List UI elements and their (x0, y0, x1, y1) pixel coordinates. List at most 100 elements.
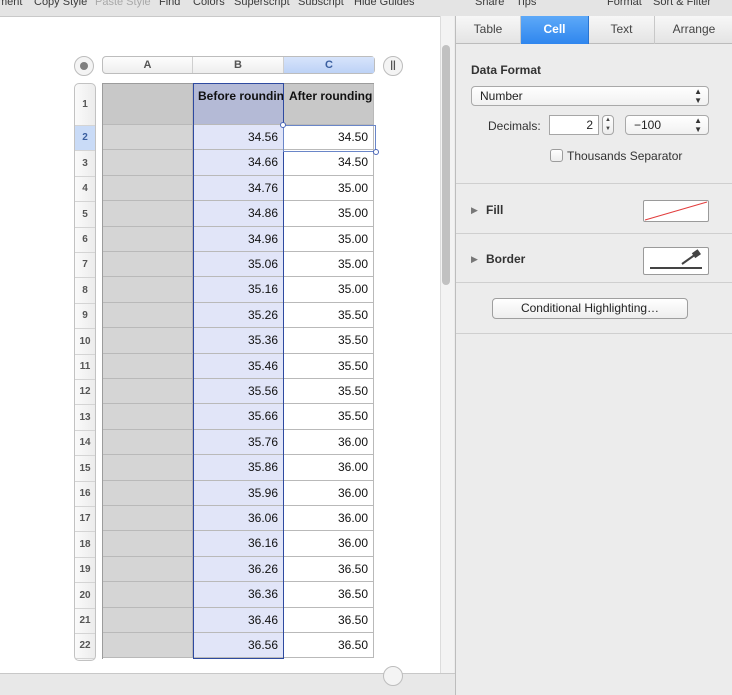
cell-after-rounding[interactable]: 34.50 (284, 125, 374, 150)
row-header[interactable]: 19 (75, 558, 95, 583)
header-cell-before-rounding[interactable]: Before rounding (193, 83, 284, 125)
fill-label[interactable]: Fill (486, 203, 503, 217)
cell-after-rounding[interactable]: 35.50 (284, 328, 374, 354)
toolbar-tips[interactable]: Tips (516, 0, 536, 8)
cell-before-rounding[interactable]: 34.66 (193, 150, 284, 176)
fill-swatch[interactable] (643, 200, 709, 222)
cell-a[interactable] (102, 303, 193, 328)
toolbar-sort-filter[interactable]: Sort & Filter (653, 0, 711, 8)
row-header[interactable]: 6 (75, 228, 95, 253)
row-header[interactable]: 4 (75, 177, 95, 202)
cell-after-rounding[interactable]: 36.50 (284, 557, 374, 582)
cell-after-rounding[interactable]: 35.00 (284, 277, 374, 303)
cell-after-rounding[interactable]: 35.00 (284, 176, 374, 201)
toolbar-paste-style[interactable]: Paste Style (95, 0, 151, 8)
scrollbar-thumb[interactable] (442, 45, 450, 285)
cell-after-rounding[interactable]: 36.00 (284, 531, 374, 557)
cell-before-rounding[interactable]: 36.26 (193, 557, 284, 582)
row-header[interactable]: 11 (75, 355, 95, 380)
cell-after-rounding[interactable]: 36.00 (284, 430, 374, 455)
cell-after-rounding[interactable]: 36.50 (284, 582, 374, 608)
cell-a[interactable] (102, 379, 193, 404)
cell-after-rounding[interactable]: 35.00 (284, 201, 374, 227)
row-header[interactable]: 10 (75, 329, 95, 355)
tab-cell[interactable]: Cell (521, 16, 589, 44)
negative-format-popup[interactable]: −100 ▲ ▼ (625, 115, 709, 135)
cell-before-rounding[interactable]: 35.16 (193, 277, 284, 303)
row-header[interactable]: 12 (75, 380, 95, 405)
row-header[interactable]: 3 (75, 151, 95, 177)
cell-a[interactable] (102, 328, 193, 354)
tab-arrange[interactable]: Arrange (655, 16, 732, 44)
cell-a[interactable] (102, 201, 193, 227)
cell-a[interactable] (102, 227, 193, 252)
fill-disclosure-icon[interactable]: ▶ (471, 205, 478, 216)
cell-a[interactable] (102, 430, 193, 455)
decimals-stepper[interactable]: ▲ ▼ (602, 115, 614, 135)
border-swatch[interactable] (643, 247, 709, 275)
cell-after-rounding[interactable]: 35.50 (284, 354, 374, 379)
cell-a[interactable] (102, 404, 193, 430)
cell-before-rounding[interactable]: 36.06 (193, 506, 284, 531)
column-header-c[interactable]: C (284, 57, 374, 73)
row-header[interactable]: 5 (75, 202, 95, 228)
cell-a[interactable] (102, 455, 193, 481)
cell-a[interactable] (102, 354, 193, 379)
cell-a[interactable] (102, 633, 193, 658)
cell-before-rounding[interactable]: 35.36 (193, 328, 284, 354)
toolbar-share[interactable]: Share (475, 0, 504, 8)
data-format-popup[interactable]: Number ▲ ▼ (471, 86, 709, 106)
row-header[interactable]: 1 (75, 84, 95, 126)
cell-before-rounding[interactable]: 34.76 (193, 176, 284, 201)
conditional-highlighting-button[interactable]: Conditional Highlighting… (492, 298, 688, 319)
cell-before-rounding[interactable]: 35.46 (193, 354, 284, 379)
toolbar-subscript[interactable]: Subscript (298, 0, 344, 8)
thousands-separator-checkbox[interactable] (550, 149, 563, 162)
row-header[interactable]: 14 (75, 431, 95, 456)
cell-a[interactable] (102, 252, 193, 277)
toolbar-find[interactable]: Find (159, 0, 180, 8)
cell-after-rounding[interactable]: 34.50 (284, 150, 374, 176)
cell-a[interactable] (102, 582, 193, 608)
cell-before-rounding[interactable]: 36.36 (193, 582, 284, 608)
resize-table-handle[interactable] (383, 666, 403, 686)
header-cell-after-rounding[interactable]: After rounding (284, 83, 374, 125)
add-column-handle[interactable]: || (383, 56, 403, 76)
cell-after-rounding[interactable]: 36.50 (284, 608, 374, 633)
cell-after-rounding[interactable]: 35.50 (284, 404, 374, 430)
row-header[interactable]: 2 (75, 126, 95, 151)
row-header[interactable]: 8 (75, 278, 95, 304)
cell-before-rounding[interactable]: 35.56 (193, 379, 284, 404)
cell-after-rounding[interactable]: 36.00 (284, 506, 374, 531)
cell-before-rounding[interactable]: 35.26 (193, 303, 284, 328)
cell-a[interactable] (102, 125, 193, 150)
row-header[interactable]: 16 (75, 482, 95, 507)
decimals-field[interactable]: 2 (549, 115, 599, 135)
row-header[interactable]: 9 (75, 304, 95, 329)
border-disclosure-icon[interactable]: ▶ (471, 254, 478, 265)
cell-before-rounding[interactable]: 35.06 (193, 252, 284, 277)
row-header[interactable]: 22 (75, 634, 95, 659)
cell-after-rounding[interactable]: 35.00 (284, 252, 374, 277)
cell-before-rounding[interactable]: 35.76 (193, 430, 284, 455)
cell-a[interactable] (102, 557, 193, 582)
toolbar-hide-guides[interactable]: Hide Guides (354, 0, 415, 8)
cell-after-rounding[interactable]: 36.50 (284, 633, 374, 658)
cell-before-rounding[interactable]: 35.66 (193, 404, 284, 430)
row-header[interactable]: 21 (75, 609, 95, 634)
cell-before-rounding[interactable]: 35.86 (193, 455, 284, 481)
row-header[interactable]: 13 (75, 405, 95, 431)
column-header-a[interactable]: A (103, 57, 193, 73)
cell-before-rounding[interactable]: 36.56 (193, 633, 284, 658)
toolbar-superscript[interactable]: Superscript (234, 0, 290, 8)
cell-after-rounding[interactable]: 35.00 (284, 227, 374, 252)
cell-after-rounding[interactable]: 36.00 (284, 481, 374, 506)
cell-a[interactable] (102, 176, 193, 201)
header-cell-a[interactable] (102, 83, 193, 125)
tab-table[interactable]: Table (456, 16, 521, 44)
cell-before-rounding[interactable]: 34.96 (193, 227, 284, 252)
cell-after-rounding[interactable]: 35.50 (284, 379, 374, 404)
row-header[interactable]: 20 (75, 583, 95, 609)
cell-before-rounding[interactable]: 35.96 (193, 481, 284, 506)
cell-a[interactable] (102, 150, 193, 176)
